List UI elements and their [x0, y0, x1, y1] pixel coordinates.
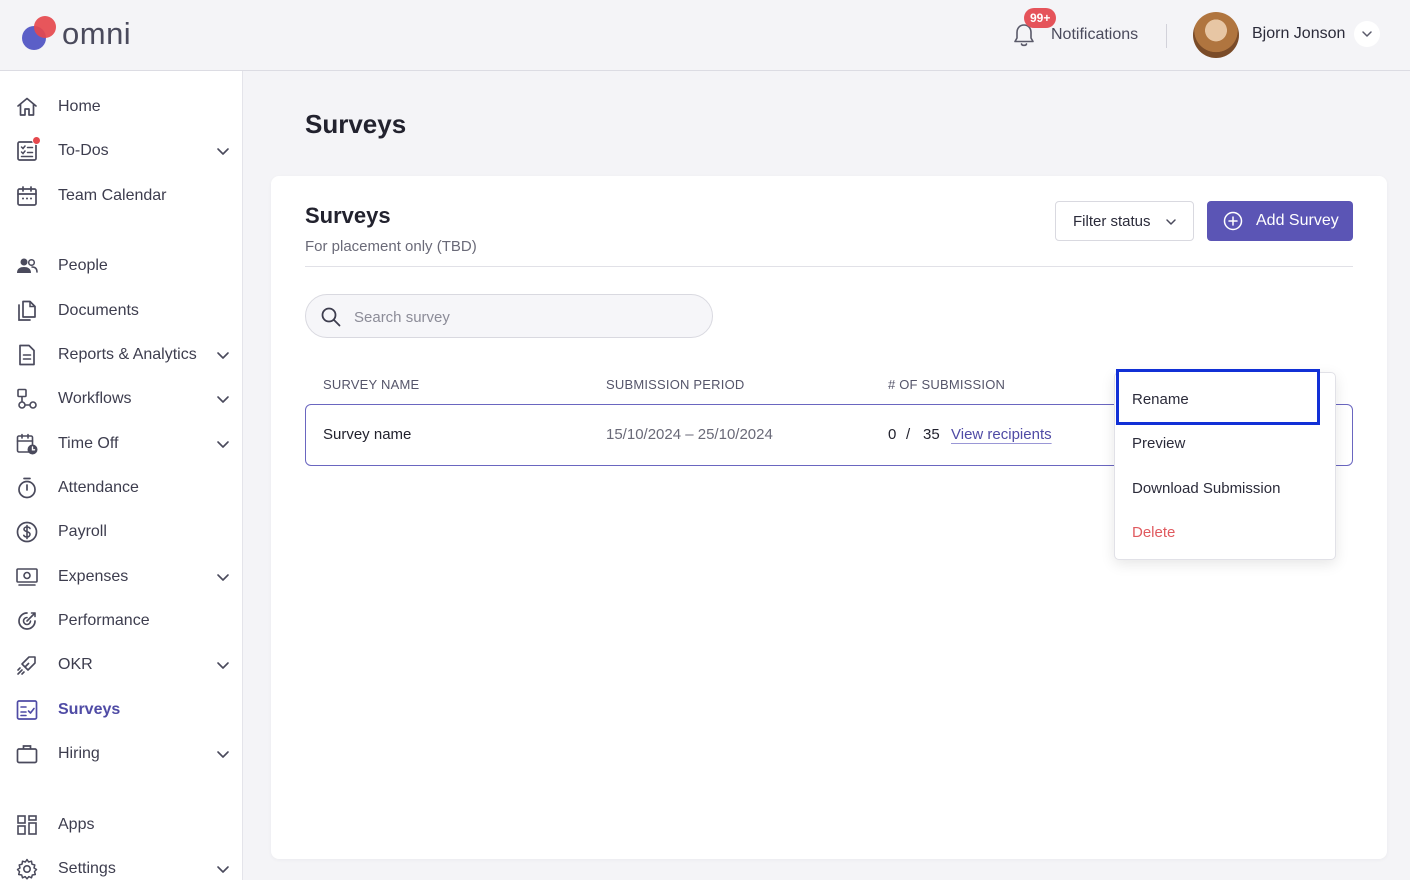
briefcase-icon: [16, 745, 38, 764]
survey-icon: [16, 700, 38, 720]
chevron-down-icon[interactable]: [215, 569, 231, 585]
rocket-icon: [17, 656, 36, 675]
sidebar-item-label: Settings: [58, 860, 116, 877]
card-divider: [305, 266, 1353, 267]
people-icon: [17, 258, 38, 273]
page-title: Surveys: [305, 109, 407, 139]
user-avatar[interactable]: [1193, 12, 1239, 58]
sidebar-item-label: Team Calendar: [58, 187, 167, 204]
home-icon: [17, 97, 37, 116]
dollar-icon: [16, 521, 38, 543]
sidebar-item-surveys[interactable]: Surveys: [0, 690, 243, 730]
sidebar-item-home[interactable]: Home: [0, 87, 243, 127]
chevron-down-icon[interactable]: [215, 143, 231, 159]
sidebar-item-team-calendar[interactable]: Team Calendar: [0, 176, 243, 216]
submitted-count: 0: [888, 426, 897, 443]
report-icon: [19, 344, 35, 366]
add-survey-button[interactable]: Add Survey: [1207, 201, 1353, 241]
submission-period-cell: 15/10/2024 – 25/10/2024: [606, 426, 773, 443]
chevron-down-icon[interactable]: [215, 391, 231, 407]
performance-icon: [18, 612, 36, 630]
column-header-submission-period[interactable]: SUBMISSION PERIOD: [606, 377, 744, 392]
sidebar-item-label: Expenses: [58, 568, 129, 585]
todo-alert-dot: [32, 136, 41, 145]
add-survey-label: Add Survey: [1256, 212, 1339, 229]
menu-item-delete[interactable]: Delete: [1132, 524, 1175, 541]
chevron-down-icon[interactable]: [215, 746, 231, 762]
survey-name-cell: Survey name: [323, 426, 412, 443]
search-survey-field[interactable]: [305, 294, 713, 338]
chevron-down-icon[interactable]: [215, 347, 231, 363]
gear-icon: [16, 858, 38, 880]
card-title: Surveys: [305, 203, 391, 228]
header-divider: [1166, 24, 1167, 48]
sidebar-item-label: People: [58, 257, 108, 274]
column-header-survey-name[interactable]: SURVEY NAME: [323, 377, 419, 392]
filter-status-dropdown[interactable]: Filter status: [1055, 201, 1194, 241]
sidebar-item-label: Documents: [58, 302, 139, 319]
menu-item-rename[interactable]: Rename: [1132, 391, 1189, 408]
top-bar: omni Notifications 99+ Bjorn Jonson: [0, 0, 1410, 71]
user-menu-chevron-icon[interactable]: [1354, 21, 1380, 47]
sidebar-item-label: Attendance: [58, 479, 139, 496]
apps-grid-icon: [17, 815, 37, 835]
sidebar: Home To-Dos Team Calendar People Documen…: [0, 71, 243, 880]
sidebar-item-to-dos[interactable]: To-Dos: [0, 131, 243, 171]
omni-logo[interactable]: omni: [20, 14, 131, 54]
logo-mark-icon: [20, 14, 60, 54]
workflow-icon: [17, 388, 37, 409]
sidebar-item-performance[interactable]: Performance: [0, 601, 243, 641]
submission-separator: /: [906, 426, 911, 443]
money-icon: [16, 568, 38, 586]
column-header-submissions[interactable]: # OF SUBMISSION: [888, 377, 1005, 392]
sidebar-item-label: Time Off: [58, 435, 119, 452]
sidebar-item-okr[interactable]: OKR: [0, 645, 243, 685]
documents-icon: [18, 300, 36, 321]
sidebar-item-payroll[interactable]: Payroll: [0, 512, 243, 552]
notification-count-badge: 99+: [1024, 8, 1057, 28]
time-off-icon: [16, 433, 38, 455]
card-subtitle: For placement only (TBD): [305, 238, 477, 255]
calendar-icon: [17, 186, 37, 206]
sidebar-item-reports-analytics[interactable]: Reports & Analytics: [0, 335, 243, 375]
sidebar-item-label: Workflows: [58, 390, 132, 407]
sidebar-item-apps[interactable]: Apps: [0, 805, 243, 845]
sidebar-item-label: Surveys: [58, 701, 121, 718]
search-icon: [321, 307, 341, 327]
sidebar-item-documents[interactable]: Documents: [0, 291, 243, 331]
chevron-down-icon[interactable]: [215, 657, 231, 673]
sidebar-item-label: Payroll: [58, 523, 107, 540]
menu-item-download-submission[interactable]: Download Submission: [1132, 480, 1280, 497]
sidebar-item-label: Hiring: [58, 745, 100, 762]
sidebar-item-label: Performance: [58, 612, 150, 629]
sidebar-item-label: To-Dos: [58, 142, 109, 159]
user-name[interactable]: Bjorn Jonson: [1252, 25, 1345, 43]
sidebar-item-attendance[interactable]: Attendance: [0, 468, 243, 508]
sidebar-item-settings[interactable]: Settings: [0, 849, 243, 880]
menu-item-preview[interactable]: Preview: [1132, 435, 1185, 452]
logo-text: omni: [62, 16, 132, 51]
sidebar-item-people[interactable]: People: [0, 246, 243, 286]
notifications-label: Notifications: [1051, 26, 1139, 43]
sidebar-item-workflows[interactable]: Workflows: [0, 379, 243, 419]
sidebar-item-label: Apps: [58, 816, 95, 833]
plus-circle-icon: [1223, 211, 1243, 231]
filter-status-label: Filter status: [1073, 212, 1151, 230]
sidebar-item-expenses[interactable]: Expenses: [0, 557, 243, 597]
chevron-down-icon: [1166, 219, 1176, 225]
sidebar-item-hiring[interactable]: Hiring: [0, 734, 243, 774]
sidebar-item-label: Reports & Analytics: [58, 346, 197, 363]
sidebar-item-label: Home: [58, 98, 101, 115]
search-input[interactable]: [354, 305, 694, 329]
sidebar-item-label: OKR: [58, 656, 93, 673]
total-count: 35: [923, 426, 940, 443]
sidebar-item-time-off[interactable]: Time Off: [0, 424, 243, 464]
chevron-down-icon[interactable]: [215, 861, 231, 877]
stopwatch-icon: [18, 477, 36, 499]
chevron-down-icon[interactable]: [215, 436, 231, 452]
view-recipients-link[interactable]: View recipients: [951, 426, 1052, 443]
